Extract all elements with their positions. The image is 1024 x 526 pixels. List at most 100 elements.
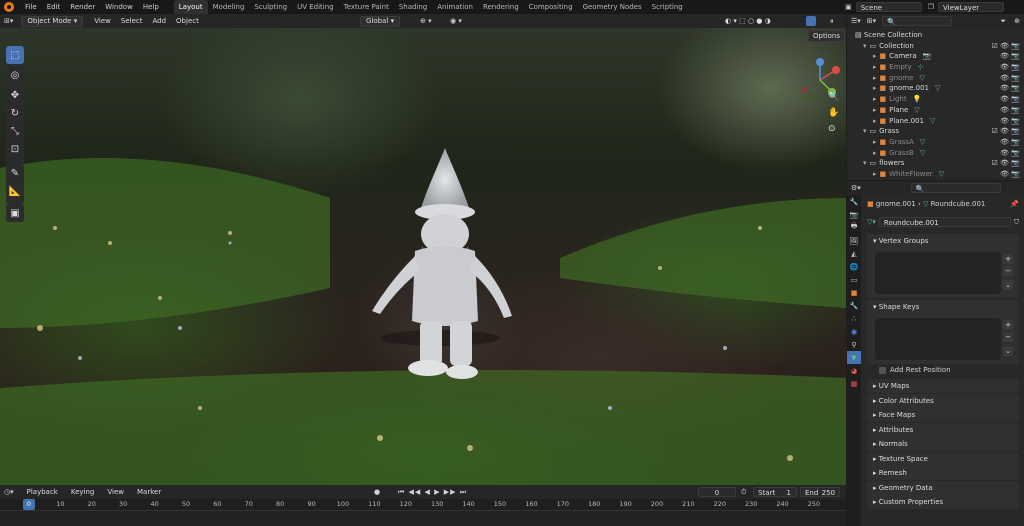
workspace-tab-texture-paint[interactable]: Texture Paint — [339, 0, 394, 14]
new-collection-icon[interactable]: ⊕ — [1014, 17, 1020, 25]
eye-icon[interactable]: 👁 — [1000, 159, 1009, 167]
eye-icon[interactable]: 👁 — [1000, 42, 1009, 50]
menu-render[interactable]: Render — [65, 0, 100, 14]
workspace-tab-geometry-nodes[interactable]: Geometry Nodes — [578, 0, 647, 14]
panel-attributes[interactable]: ▸ Attributes — [867, 422, 1019, 437]
options-button[interactable]: Options — [808, 30, 846, 42]
outliner-row-empty[interactable]: ▸ ■ Empty ⊹ 👁 📷 — [847, 62, 1024, 73]
panel-texture-space[interactable]: ▸ Texture Space — [867, 451, 1019, 466]
frame-ruler[interactable]: 0 10 20 30 40 50 60 70 80 90 100 110 120 130 140 150 160… — [0, 499, 846, 511]
add-rest-position-checkbox[interactable] — [879, 366, 886, 374]
output-tab-icon[interactable]: 🖶 — [847, 221, 861, 234]
expand-arrow-icon[interactable]: ▸ — [873, 138, 877, 146]
render-tab-icon[interactable]: 📷 — [847, 208, 861, 221]
workspace-tab-shading[interactable]: Shading — [394, 0, 432, 14]
workspace-tab-uv-editing[interactable]: UV Editing — [292, 0, 339, 14]
outliner-row-grassb[interactable]: ▸ ■ GrassB ▽ 👁 📷 — [847, 148, 1024, 159]
exclude-checkbox-icon[interactable]: ☑ — [992, 159, 1001, 167]
viewport-menu-object[interactable]: Object — [171, 17, 204, 25]
view-layer-field[interactable]: ViewLayer — [938, 2, 1004, 12]
scene-field[interactable]: Scene — [855, 2, 922, 12]
end-frame-field[interactable]: End 250 — [800, 487, 840, 497]
playhead[interactable]: 0 — [23, 499, 35, 510]
expand-arrow-icon[interactable]: ▸ — [873, 84, 877, 92]
proportional-editing-icon[interactable]: ◉ ▾ — [450, 17, 462, 25]
display-mode-icon[interactable]: ⊞▾ — [867, 17, 876, 25]
workspace-tab-sculpting[interactable]: Sculpting — [249, 0, 292, 14]
vertex-groups-list[interactable] — [875, 252, 1001, 294]
exclude-checkbox-icon[interactable]: ☑ — [992, 127, 1001, 135]
scene-collection-row[interactable]: ▤ Scene Collection — [847, 30, 1024, 41]
scene-icon[interactable]: ▣ — [845, 3, 852, 11]
pan-hand-icon[interactable]: ✋ — [828, 108, 839, 118]
workspace-tab-animation[interactable]: Animation — [432, 0, 478, 14]
render-camera-icon[interactable]: 📷 — [1011, 42, 1020, 50]
outliner-row-camera[interactable]: ▸ ■ Camera 📷 👁 📷 — [847, 51, 1024, 62]
eye-icon[interactable]: 👁 — [1000, 106, 1009, 114]
object-tab-icon[interactable]: ■ — [847, 286, 861, 299]
tool-tab-icon[interactable]: 🔧 — [847, 195, 861, 208]
properties-editor-icon[interactable]: ⚙▾ — [851, 184, 861, 192]
outliner-row-flowers[interactable]: ▾ ▭ flowers ☑ 👁 📷 — [847, 158, 1024, 169]
expand-arrow-icon[interactable]: ▸ — [873, 117, 877, 125]
render-shading-icon[interactable] — [806, 16, 816, 26]
workspace-tab-layout[interactable]: Layout — [173, 0, 208, 14]
3d-viewport[interactable]: ⬚ ◎ ✥ ↻ ⤡ ⊡ ✎ 📐 ▣ Options 🔍 ✋ ⊙ — [0, 28, 846, 485]
outliner-row-whiteflower[interactable]: ▸ ■ WhiteFlower ▽ 👁 📷 — [847, 169, 1024, 180]
shape-keys-header[interactable]: ▾ Shape Keys — [867, 300, 1019, 314]
snap-icon[interactable]: ⊕ ▾ — [420, 17, 432, 25]
orientation-dropdown[interactable]: Global ▾ — [360, 15, 401, 27]
panel-geometry-data[interactable]: ▸ Geometry Data — [867, 480, 1019, 495]
stopwatch-icon[interactable]: ⏱ — [741, 488, 746, 497]
expand-arrow-icon[interactable]: ▾ — [863, 159, 867, 167]
eye-icon[interactable]: 👁 — [1000, 84, 1009, 92]
outliner-search-field[interactable]: 🔍 — [882, 16, 953, 26]
outliner-row-grass[interactable]: ▾ ▭ Grass ☑ 👁 📷 — [847, 126, 1024, 137]
outliner-row-gnome[interactable]: ▸ ■ gnome ▽ 👁 📷 — [847, 73, 1024, 84]
shape-key-specials-button[interactable]: ⌄ — [1003, 346, 1013, 356]
expand-arrow-icon[interactable]: ▸ — [873, 63, 877, 71]
rotate-tool-icon[interactable]: ↻ — [6, 104, 24, 122]
add-shape-key-button[interactable]: + — [1003, 320, 1013, 330]
world-tab-icon[interactable]: 🌐 — [847, 260, 861, 273]
annotate-tool-icon[interactable]: ✎ — [6, 164, 24, 182]
workspace-tab-scripting[interactable]: Scripting — [647, 0, 688, 14]
expand-arrow-icon[interactable]: ▸ — [873, 74, 877, 82]
transform-tool-icon[interactable]: ⊡ — [6, 140, 24, 158]
zoom-icon[interactable]: 🔍 — [828, 92, 839, 102]
render-camera-icon[interactable]: 📷 — [1011, 170, 1020, 178]
workspace-tab-modeling[interactable]: Modeling — [208, 0, 250, 14]
start-frame-field[interactable]: Start 1 — [753, 487, 797, 497]
filter-icon[interactable]: ⏷ — [1000, 17, 1006, 26]
pause-icon[interactable]: ⏸ — [830, 17, 834, 26]
outliner-row-collection[interactable]: ▾ ▭ Collection ☑ 👁 📷 — [847, 41, 1024, 52]
view-layer-tab-icon[interactable]: 🖼 — [847, 234, 861, 247]
select-box-tool-icon[interactable]: ⬚ — [6, 46, 24, 64]
expand-arrow-icon[interactable]: ▾ — [863, 42, 867, 50]
move-tool-icon[interactable]: ✥ — [6, 86, 24, 104]
timeline-menu-playback[interactable]: Playback — [22, 488, 66, 496]
view-layer-icon[interactable]: ❐ — [928, 3, 934, 11]
render-camera-icon[interactable]: 📷 — [1011, 74, 1020, 82]
panel-color-attributes[interactable]: ▸ Color Attributes — [867, 393, 1019, 408]
viewport-menu-view[interactable]: View — [89, 17, 116, 25]
shape-keys-list[interactable] — [875, 318, 1001, 360]
editor-type-icon[interactable]: ⊞▾ — [4, 17, 13, 25]
fake-user-icon[interactable]: ⛉ — [1014, 218, 1019, 227]
eye-icon[interactable]: 👁 — [1000, 74, 1009, 82]
menu-help[interactable]: Help — [138, 0, 164, 14]
panel-custom-properties[interactable]: ▸ Custom Properties — [867, 495, 1019, 509]
expand-arrow-icon[interactable]: ▾ — [863, 127, 867, 135]
playback-controls[interactable]: ⏮ ◀◀ ◀ ▶ ▶▶ ⏭ — [398, 488, 467, 497]
render-camera-icon[interactable]: 📷 — [1011, 84, 1020, 92]
viewport-menu-add[interactable]: Add — [147, 17, 171, 25]
add-cube-tool-icon[interactable]: ▣ — [6, 204, 24, 222]
mesh-data-tab-icon[interactable]: ▼ — [847, 351, 861, 364]
exclude-checkbox-icon[interactable]: ☑ — [992, 42, 1001, 50]
expand-arrow-icon[interactable]: ▸ — [873, 95, 877, 103]
physics-tab-icon[interactable]: ◉ — [847, 325, 861, 338]
render-camera-icon[interactable]: 📷 — [1011, 63, 1020, 71]
blender-logo-icon[interactable] — [4, 2, 14, 12]
expand-arrow-icon[interactable]: ▸ — [873, 52, 877, 60]
panel-remesh[interactable]: ▸ Remesh — [867, 466, 1019, 480]
